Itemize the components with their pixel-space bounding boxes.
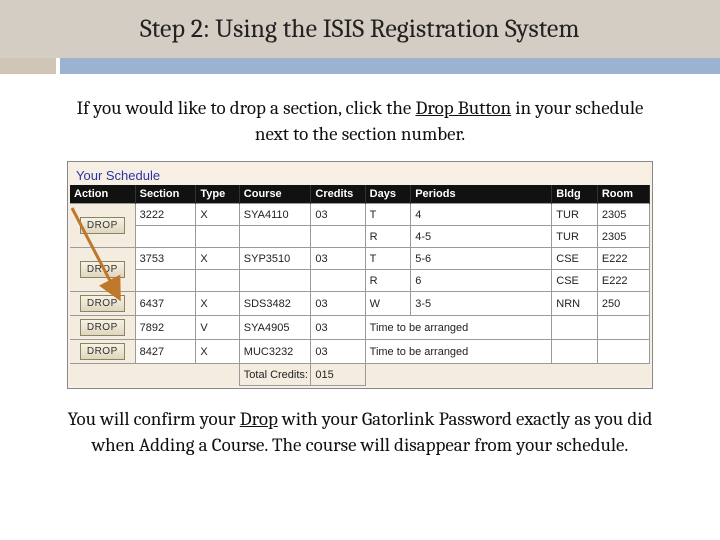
text-underline: Drop <box>240 408 278 430</box>
cell-course: SYA4905 <box>239 316 311 340</box>
cell-course <box>239 270 311 292</box>
cell-days: R <box>365 226 411 248</box>
cell-section: 3222 <box>135 204 196 226</box>
schedule-panel: Your Schedule Action Section Type Course… <box>67 161 653 389</box>
cell-days: R <box>365 270 411 292</box>
cell-bldg: CSE <box>552 270 598 292</box>
th-bldg: Bldg <box>552 185 598 204</box>
cell-periods: 5-6 <box>411 248 552 270</box>
table-row: DROP3222XSYA411003T4TUR2305 <box>70 204 650 226</box>
cell-room: 2305 <box>597 226 649 248</box>
table-row: DROP 7892VSYA490503Time to be arranged <box>70 316 650 340</box>
cell-bldg: NRN <box>552 292 598 316</box>
text: You will confirm your <box>68 408 240 430</box>
total-label: Total Credits: <box>239 364 311 386</box>
cell-bldg: TUR <box>552 226 598 248</box>
cell-credits: 03 <box>311 340 365 364</box>
total-value: 015 <box>311 364 365 386</box>
cell-type: X <box>196 248 239 270</box>
slide-title: Step 2: Using the ISIS Registration Syst… <box>0 0 720 58</box>
cell-bldg: CSE <box>552 248 598 270</box>
cell-action: DROP <box>70 248 135 292</box>
cell-course: MUC3232 <box>239 340 311 364</box>
cell-course: SYA4110 <box>239 204 311 226</box>
cell-section: 6437 <box>135 292 196 316</box>
cell-bldg: TUR <box>552 204 598 226</box>
schedule-table: Action Section Type Course Credits Days … <box>70 185 650 386</box>
instruction-bottom: You will confirm your Drop with your Gat… <box>62 407 658 458</box>
cell-days: T <box>365 204 411 226</box>
cell-days: W <box>365 292 411 316</box>
th-days: Days <box>365 185 411 204</box>
cell-room: 2305 <box>597 204 649 226</box>
table-row: R6CSEE222 <box>70 270 650 292</box>
th-periods: Periods <box>411 185 552 204</box>
cell-type: X <box>196 340 239 364</box>
cell-periods: 4-5 <box>411 226 552 248</box>
drop-button[interactable]: DROP <box>80 295 125 312</box>
th-room: Room <box>597 185 649 204</box>
table-row: R4-5TUR2305 <box>70 226 650 248</box>
cell-credits <box>311 226 365 248</box>
cell-action: DROP <box>70 204 135 248</box>
cell-type <box>196 270 239 292</box>
th-action: Action <box>70 185 135 204</box>
cell-bldg <box>552 340 598 364</box>
cell-room <box>597 340 649 364</box>
cell-type: V <box>196 316 239 340</box>
cell-room: 250 <box>597 292 649 316</box>
drop-button[interactable]: DROP <box>80 261 125 278</box>
cell-section <box>135 226 196 248</box>
th-section: Section <box>135 185 196 204</box>
table-row: DROP 6437XSDS348203W3-5NRN250 <box>70 292 650 316</box>
cell-credits: 03 <box>311 248 365 270</box>
cell-section: 8427 <box>135 340 196 364</box>
instruction-top: If you would like to drop a section, cli… <box>62 96 658 147</box>
cell-section: 3753 <box>135 248 196 270</box>
table-row: DROP 8427XMUC323203Time to be arranged <box>70 340 650 364</box>
cell-time-tba: Time to be arranged <box>365 340 552 364</box>
table-header-row: Action Section Type Course Credits Days … <box>70 185 650 204</box>
cell-bldg <box>552 316 598 340</box>
cell-periods: 4 <box>411 204 552 226</box>
cell-type: X <box>196 204 239 226</box>
cell-time-tba: Time to be arranged <box>365 316 552 340</box>
th-course: Course <box>239 185 311 204</box>
cell-credits: 03 <box>311 316 365 340</box>
cell-section: 7892 <box>135 316 196 340</box>
cell-room: E222 <box>597 248 649 270</box>
text-underline: Drop Button <box>415 97 511 119</box>
cell-type <box>196 226 239 248</box>
accent-bar <box>0 58 720 74</box>
cell-type: X <box>196 292 239 316</box>
drop-button[interactable]: DROP <box>80 319 125 336</box>
cell-action: DROP <box>70 340 135 364</box>
cell-days: T <box>365 248 411 270</box>
cell-periods: 3-5 <box>411 292 552 316</box>
cell-action: DROP <box>70 292 135 316</box>
cell-periods: 6 <box>411 270 552 292</box>
cell-room <box>597 316 649 340</box>
cell-room: E222 <box>597 270 649 292</box>
cell-credits: 03 <box>311 204 365 226</box>
cell-course: SYP3510 <box>239 248 311 270</box>
drop-button[interactable]: DROP <box>80 217 125 234</box>
table-row: DROP3753XSYP351003T5-6CSEE222 <box>70 248 650 270</box>
cell-course: SDS3482 <box>239 292 311 316</box>
drop-button[interactable]: DROP <box>80 343 125 360</box>
th-credits: Credits <box>311 185 365 204</box>
cell-section <box>135 270 196 292</box>
th-type: Type <box>196 185 239 204</box>
cell-credits: 03 <box>311 292 365 316</box>
cell-blank <box>365 364 649 386</box>
text: If you would like to drop a section, cli… <box>77 97 416 119</box>
schedule-title: Your Schedule <box>70 164 650 185</box>
table-total-row: Total Credits:015 <box>70 364 650 386</box>
cell-blank <box>70 364 239 386</box>
cell-course <box>239 226 311 248</box>
cell-action: DROP <box>70 316 135 340</box>
cell-credits <box>311 270 365 292</box>
